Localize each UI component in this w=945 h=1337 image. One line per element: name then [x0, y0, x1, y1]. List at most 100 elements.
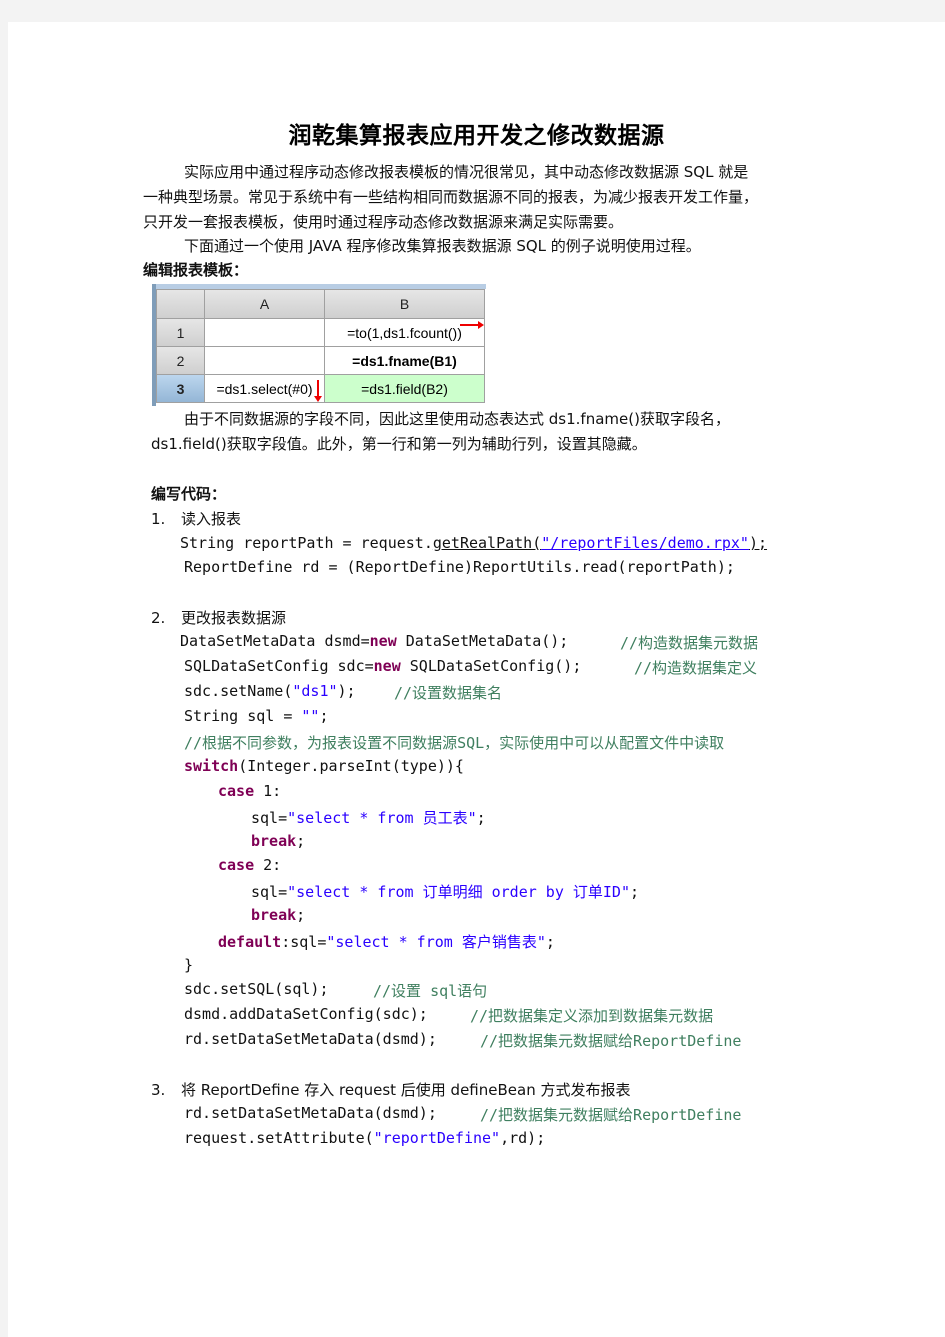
code-keyword: switch	[184, 757, 239, 775]
step-label: 将 ReportDefine 存入 request 后使用 defineBean…	[181, 1081, 631, 1099]
code-text: ;	[296, 832, 306, 850]
document-page: 润乾集算报表应用开发之修改数据源 实际应用中通过程序动态修改报表模板的情况很常见…	[8, 22, 945, 1337]
cell-b1[interactable]: =to(1,ds1.fcount())	[324, 318, 485, 347]
code-keyword: break	[251, 832, 297, 850]
code-string: "select * from 订单明细 order by 订单ID"	[287, 883, 630, 901]
intro-line-2: 一种典型场景。常见于系统中有一些结构相同而数据源不同的报表，为减少报表开发工作量…	[143, 188, 759, 206]
code-comment: //根据不同参数，为报表设置不同数据源SQL，实际使用中可以从配置文件中读取	[184, 734, 725, 752]
column-header-a[interactable]: A	[204, 289, 325, 319]
code-link[interactable]: getRealPath(	[433, 534, 541, 552]
row-header-2[interactable]: 2	[156, 346, 205, 375]
code-text: DataSetMetaData dsmd=	[180, 632, 370, 650]
code-line: SQLDataSetConfig sdc=new SQLDataSetConfi…	[184, 657, 581, 675]
code-string: "select * from 客户销售表"	[326, 933, 546, 951]
code-text: ;	[319, 707, 329, 725]
code-text: );	[337, 682, 356, 700]
step-label: 读入报表	[181, 510, 242, 528]
horizontal-expand-arrow-icon	[460, 321, 484, 329]
code-comment: //把数据集元数据赋给ReportDefine	[480, 1106, 742, 1124]
step-1: 1. 读入报表	[151, 507, 241, 532]
code-text: sql=	[251, 883, 288, 901]
vertical-expand-arrow-icon	[314, 380, 322, 402]
code-keyword: new	[373, 657, 401, 675]
code-comment: //设置 sql语句	[373, 982, 488, 1000]
code-text: ;	[545, 933, 555, 951]
row-header-3-selected[interactable]: 3	[156, 374, 205, 403]
code-line: default:sql="select * from 客户销售表";	[218, 931, 555, 952]
code-line: sdc.setSQL(sql);	[184, 980, 329, 998]
code-text: SQLDataSetConfig sdc=	[184, 657, 374, 675]
code-keyword: case	[218, 782, 255, 800]
code-text: sql=	[251, 809, 288, 827]
cell-b3[interactable]: =ds1.field(B2)	[324, 374, 485, 403]
step-label: 更改报表数据源	[181, 609, 287, 627]
code-keyword: case	[218, 856, 255, 874]
code-line: sql="select * from 员工表";	[251, 807, 486, 828]
explain-line-2: ds1.field()获取字段值。此外，第一行和第一列为辅助行列，设置其隐藏。	[151, 435, 647, 453]
code-text: ;	[630, 883, 640, 901]
code-line: request.setAttribute("reportDefine",rd);	[184, 1129, 545, 1147]
code-text: 2:	[254, 856, 282, 874]
cell-a3[interactable]: =ds1.select(#0)	[204, 374, 325, 403]
column-header-b[interactable]: B	[324, 289, 485, 319]
intro-line-4: 下面通过一个使用 JAVA 程序修改集算报表数据源 SQL 的例子说明使用过程。	[184, 237, 701, 255]
code-text: String reportPath = request.	[180, 534, 433, 552]
code-text: ,rd);	[500, 1129, 546, 1147]
code-text: DataSetMetaData();	[396, 632, 569, 650]
corner-header[interactable]	[156, 289, 205, 319]
code-text: SQLDataSetConfig();	[400, 657, 582, 675]
intro-line-3: 只开发一套报表模板，使用时通过程序动态修改数据源来满足实际需要。	[143, 213, 624, 231]
explain-line-1: 由于不同数据源的字段不同，因此这里使用动态表达式 ds1.fname()获取字段…	[184, 410, 730, 428]
code-line: switch(Integer.parseInt(type)){	[184, 757, 464, 775]
step-2: 2. 更改报表数据源	[151, 606, 286, 631]
code-line: String reportPath = request.getRealPath(…	[180, 534, 767, 552]
code-string: "reportDefine"	[373, 1129, 501, 1147]
code-string-link[interactable]: "/reportFiles/demo.rpx"	[541, 534, 749, 552]
step-number: 2.	[151, 609, 166, 627]
code-text: sdc.setName(	[184, 682, 293, 700]
edit-template-heading: 编辑报表模板：	[143, 261, 249, 279]
code-comment: //把数据集元数据赋给ReportDefine	[480, 1032, 742, 1050]
code-line: ReportDefine rd = (ReportDefine)ReportUt…	[184, 558, 735, 576]
code-line: rd.setDataSetMetaData(dsmd);	[184, 1030, 437, 1048]
code-line: sql="select * from 订单明细 order by 订单ID";	[251, 881, 639, 902]
code-text: 1:	[254, 782, 282, 800]
write-code-heading: 编写代码：	[151, 485, 227, 503]
code-line: dsmd.addDataSetConfig(sdc);	[184, 1005, 428, 1023]
code-text: (Integer.parseInt(type)){	[238, 757, 464, 775]
row-header-1[interactable]: 1	[156, 318, 205, 347]
step-number: 1.	[151, 510, 166, 528]
step-number: 3.	[151, 1081, 166, 1099]
code-line: }	[184, 956, 194, 974]
code-keyword: default	[218, 933, 282, 951]
code-comment: //把数据集定义添加到数据集元数据	[470, 1007, 714, 1025]
cell-a2[interactable]	[204, 346, 325, 375]
document-title: 润乾集算报表应用开发之修改数据源	[288, 122, 665, 149]
code-line: break;	[251, 906, 305, 924]
code-line: DataSetMetaData dsmd=new DataSetMetaData…	[180, 632, 568, 650]
report-template-grid: A B 1 =to(1,ds1.fcount()) 2 =ds1.fname(B…	[152, 284, 486, 406]
code-line: case 1:	[218, 782, 281, 800]
code-comment: //构造数据集定义	[634, 659, 758, 677]
code-keyword: new	[369, 632, 397, 650]
code-text: );	[748, 534, 768, 552]
code-comment: //构造数据集元数据	[620, 634, 759, 652]
code-text: ;	[296, 906, 306, 924]
code-line: case 2:	[218, 856, 281, 874]
code-comment: //设置数据集名	[394, 684, 503, 702]
code-keyword: break	[251, 906, 297, 924]
code-line: break;	[251, 832, 305, 850]
intro-line-1: 实际应用中通过程序动态修改报表模板的情况很常见，其中动态修改数据源 SQL 就是	[184, 163, 749, 181]
step-3: 3. 将 ReportDefine 存入 request 后使用 defineBe…	[151, 1078, 630, 1103]
code-text: String sql =	[184, 707, 302, 725]
cell-b2[interactable]: =ds1.fname(B1)	[324, 346, 485, 375]
code-string: "select * from 员工表"	[287, 809, 477, 827]
code-text: request.setAttribute(	[184, 1129, 374, 1147]
code-line: String sql = "";	[184, 707, 329, 725]
code-line: rd.setDataSetMetaData(dsmd);	[184, 1104, 437, 1122]
code-line: sdc.setName("ds1");	[184, 682, 356, 700]
code-string: ""	[301, 707, 320, 725]
code-string: "ds1"	[292, 682, 338, 700]
cell-a1[interactable]	[204, 318, 325, 347]
code-text: ;	[476, 809, 486, 827]
